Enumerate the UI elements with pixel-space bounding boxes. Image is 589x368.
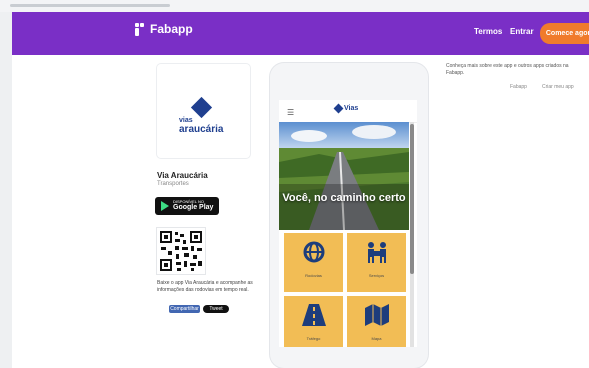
app-logo-text-bottom: araucária: [179, 124, 224, 135]
app-logo-text-top: vias: [179, 117, 193, 124]
nav-login[interactable]: Entrar: [510, 27, 534, 36]
tile-servicos[interactable]: Serviços: [347, 233, 406, 292]
play-icon: [161, 201, 169, 211]
app-header-logo: Vias: [333, 103, 359, 114]
app-header: ☰ Vias: [279, 100, 417, 123]
qr-code: [157, 228, 205, 274]
site-header: Fabapp Termos Entrar Comece agora: [12, 12, 589, 55]
tile-label: Rodovias: [305, 273, 322, 278]
cta-button[interactable]: Comece agora: [540, 23, 589, 44]
app-logo-icon: [190, 96, 213, 119]
page-content: vias araucária Via Araucária Transportes…: [12, 55, 589, 368]
app-description: Baixe o app Via Araucária e acompanhe as…: [157, 280, 253, 293]
app-logo-card: vias araucária: [157, 64, 250, 158]
tile-label: Tráfego: [306, 336, 321, 341]
facebook-share-button[interactable]: Compartilhar: [169, 305, 200, 313]
hero-road-image: [279, 122, 409, 230]
brand-name: Fabapp: [150, 22, 193, 36]
brand-mark-icon: [135, 22, 146, 36]
app-name: Via Araucária: [157, 171, 208, 180]
tile-rodovias[interactable]: Rodovias: [284, 233, 343, 292]
tile-label: Serviços: [368, 273, 385, 278]
diamond-logo-icon: [333, 103, 344, 114]
store-big-text: Google Play: [173, 204, 214, 211]
info-link-create[interactable]: Criar meu app: [542, 84, 574, 90]
menu-icon[interactable]: ☰: [287, 108, 294, 117]
hero-text: Você, no caminho certo: [282, 192, 406, 204]
people-icon: [347, 241, 406, 267]
app-category: Transportes: [157, 181, 189, 187]
scrollbar-thumb[interactable]: [410, 124, 414, 274]
tweet-button[interactable]: Tweet: [203, 305, 229, 313]
tile-trafego[interactable]: Tráfego: [284, 296, 343, 347]
tile-mapa[interactable]: Mapa: [347, 296, 406, 347]
tile-label: Mapa: [371, 336, 382, 341]
globe-icon: [284, 241, 343, 267]
app-header-logo-text: Vias: [344, 105, 359, 112]
road-icon: [284, 304, 343, 330]
map-icon: [347, 304, 406, 330]
brand-logo[interactable]: Fabapp: [135, 22, 193, 36]
phone-screen: ☰ Vias Você, no caminho certo Rodovias S…: [279, 100, 417, 347]
nav-terms[interactable]: Termos: [474, 27, 502, 36]
blurred-bar: [10, 4, 170, 7]
info-link-fabapp[interactable]: Fabapp: [510, 84, 527, 90]
info-text: Conheça mais sobre este app e outros app…: [446, 63, 569, 76]
google-play-button[interactable]: DISPONÍVEL NO Google Play: [155, 197, 219, 215]
browser-top-strip: [0, 0, 589, 12]
hero-banner: Você, no caminho certo: [279, 122, 409, 230]
